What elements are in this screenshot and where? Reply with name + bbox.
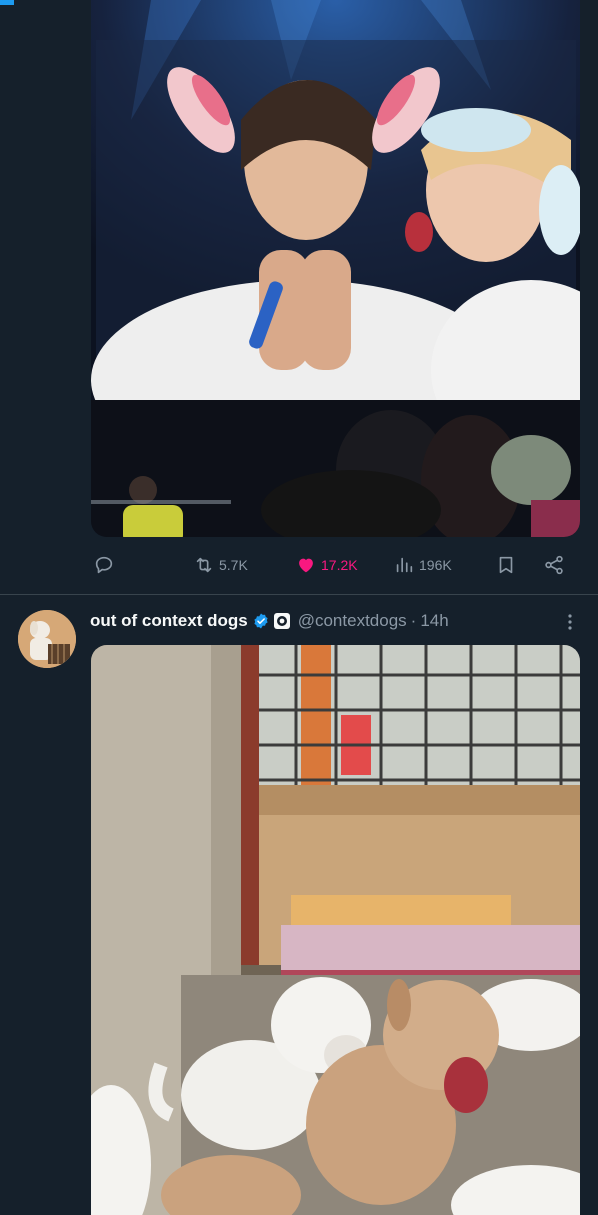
retweet-icon bbox=[196, 557, 212, 573]
tweet-timestamp[interactable]: 14h bbox=[420, 611, 448, 631]
tweet-divider bbox=[0, 594, 598, 595]
retweet-count: 5.7K bbox=[219, 557, 248, 573]
affiliate-badge-icon bbox=[273, 613, 290, 629]
views-icon bbox=[396, 557, 413, 573]
verified-badge-icon bbox=[254, 613, 268, 629]
like-button[interactable]: 17.2K bbox=[295, 554, 358, 576]
tweet-media-puppies-photo[interactable] bbox=[91, 645, 580, 1215]
share-button[interactable] bbox=[543, 554, 565, 576]
avatar[interactable] bbox=[18, 610, 76, 668]
views-button[interactable]: 196K bbox=[393, 554, 452, 576]
tweet-action-bar: 5.7K 17.2K 196K bbox=[91, 548, 581, 588]
author-display-name[interactable]: out of context dogs bbox=[90, 611, 248, 631]
tweet-media-concert-photo[interactable] bbox=[91, 0, 580, 537]
like-count: 17.2K bbox=[321, 557, 358, 573]
reply-icon bbox=[95, 556, 113, 574]
retweet-button[interactable]: 5.7K bbox=[193, 554, 248, 576]
author-handle[interactable]: @contextdogs bbox=[298, 611, 407, 631]
tweet-header: out of context dogs @contextdogs · 14h bbox=[90, 609, 449, 633]
header-separator: · bbox=[410, 611, 417, 630]
more-icon[interactable] bbox=[560, 612, 580, 632]
bookmark-button[interactable] bbox=[495, 554, 517, 576]
share-icon bbox=[545, 555, 563, 575]
reply-button[interactable] bbox=[93, 554, 115, 576]
scroll-indicator bbox=[0, 0, 14, 5]
bookmark-icon bbox=[499, 556, 513, 574]
views-count: 196K bbox=[419, 557, 452, 573]
heart-icon bbox=[299, 558, 313, 573]
